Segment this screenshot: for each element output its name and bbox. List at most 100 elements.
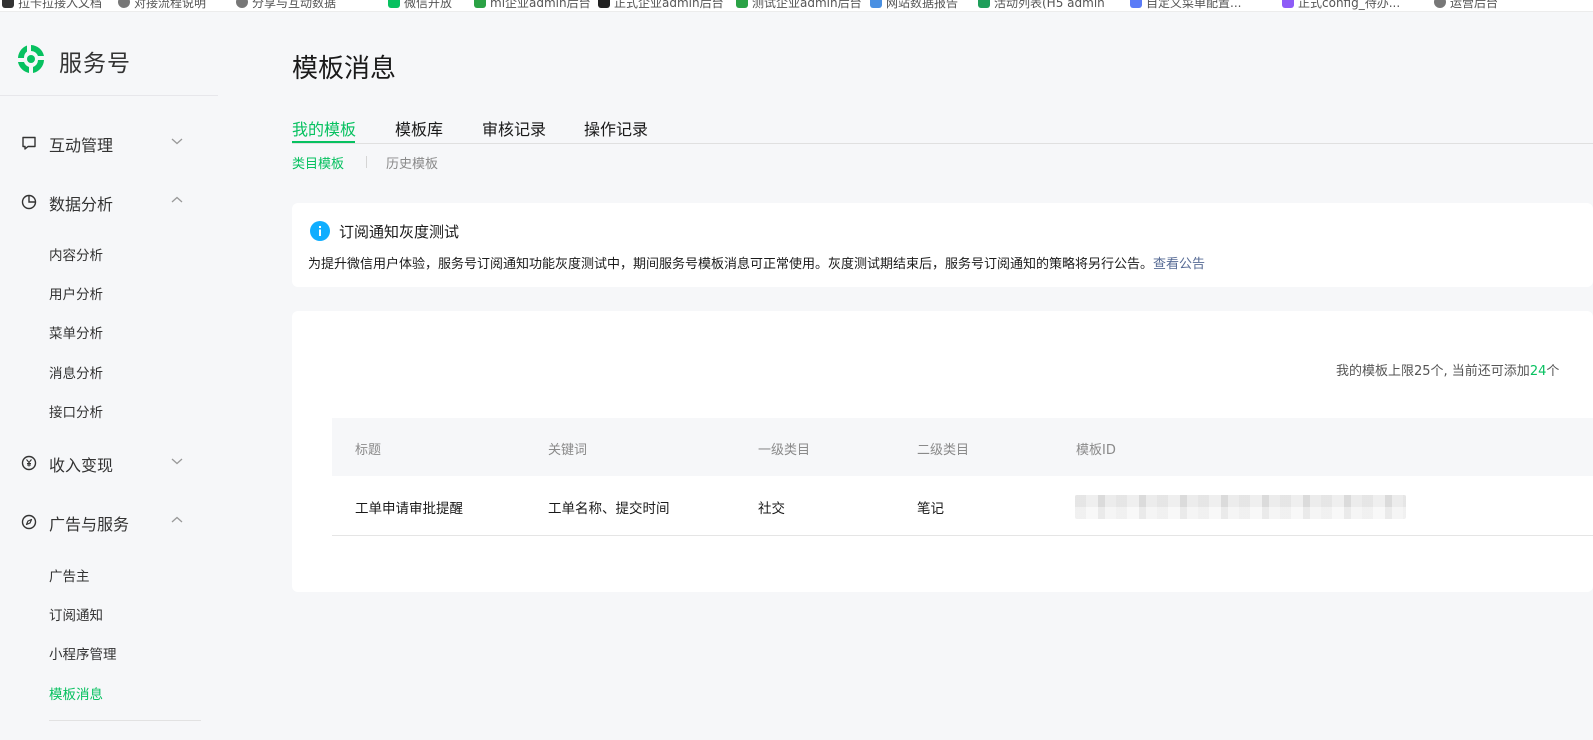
bookmark-label: 网站数据报告 (886, 0, 959, 10)
bookmark-item[interactable]: 活动列表(H5 admin (978, 0, 1105, 10)
active-tab-indicator (292, 141, 355, 143)
globe-icon (236, 0, 248, 8)
column-header-primary-category: 一级类目 (758, 443, 811, 458)
sidebar-item-message-analysis[interactable]: 消息分析 (49, 362, 103, 382)
cell-keywords: 工单名称、提交时间 (548, 501, 670, 517)
yen-circle-icon (21, 455, 37, 471)
bookmark-label: 活动列表(H5 admin (994, 0, 1105, 10)
sidebar-item-menu-analysis[interactable]: 菜单分析 (49, 322, 103, 342)
bookmark-item[interactable]: 测试企业admin后台 (736, 0, 862, 10)
bookmark-item[interactable]: 自定义菜单配置... (1130, 0, 1241, 10)
chevron-down-icon (171, 458, 183, 465)
bookmark-item[interactable]: 分享与互动数据 (236, 0, 336, 10)
sidebar-item-user-analysis[interactable]: 用户分析 (49, 283, 103, 303)
bookmark-item[interactable]: 微信开放 (388, 0, 452, 10)
bookmark-label: mi企业admin后台 (490, 0, 591, 10)
brand-name: 服务号 (59, 51, 131, 77)
bookmark-item[interactable]: 正式企业admin后台 (598, 0, 724, 10)
cell-title: 工单申请审批提醒 (355, 501, 463, 517)
compass-icon (21, 514, 37, 530)
cell-primary-category: 社交 (758, 501, 785, 517)
bookmark-icon (388, 0, 400, 8)
chevron-up-icon (171, 516, 183, 523)
bookmark-icon (598, 0, 610, 8)
sidebar-item-template-message[interactable]: 模板消息 (49, 683, 103, 703)
bookmark-item[interactable]: 正式config_待办... (1282, 0, 1400, 10)
brand-header: 服务号 (0, 12, 218, 96)
table-header: 标题 关键词 一级类目 二级类目 模板ID (332, 418, 1593, 476)
quota-remaining: 24 (1529, 364, 1547, 379)
bookmark-label: 正式config_待办... (1298, 0, 1401, 10)
bookmark-icon (474, 0, 486, 8)
bookmarks-bar: 拉卡拉接入文档 对接流程说明 分享与互动数据 微信开放 mi企业admin后台 … (0, 0, 1593, 12)
chat-bubble-icon (22, 136, 36, 150)
notice-title: 订阅通知灰度测试 (339, 223, 460, 241)
cell-secondary-category: 笔记 (917, 501, 944, 517)
subtab-history-templates[interactable]: 历史模板 (386, 153, 438, 172)
bookmark-icon (736, 0, 748, 8)
chevron-down-icon (171, 138, 183, 145)
table-row[interactable]: 工单申请审批提醒 工单名称、提交时间 社交 笔记 (332, 476, 1593, 536)
sidebar-group-data-analysis[interactable]: 数据分析 (0, 181, 218, 221)
bookmark-item[interactable]: 对接流程说明 (118, 0, 206, 10)
quota-suffix: 个 (1546, 364, 1560, 379)
bookmark-item[interactable]: 网站数据报告 (870, 0, 958, 10)
view-announcement-link[interactable]: 查看公告 (1153, 257, 1205, 272)
subtab-divider (366, 156, 367, 168)
sidebar-group-ads-services[interactable]: 广告与服务 (0, 501, 218, 541)
sidebar: 服务号 互动管理 数据分析 内容分析 用户分析 菜单分析 消息分析 接口分析 收… (0, 12, 218, 740)
sidebar-group-label: 收入变现 (49, 456, 114, 475)
service-account-logo-icon[interactable] (14, 42, 48, 76)
sidebar-item-api-analysis[interactable]: 接口分析 (49, 401, 103, 421)
tab-operation-records[interactable]: 操作记录 (584, 116, 648, 140)
chevron-up-icon (171, 196, 183, 203)
cell-template-id-redacted (1075, 495, 1406, 519)
bookmark-label: 正式企业admin后台 (614, 0, 724, 10)
bookmark-label: 运营后台 (1450, 0, 1499, 10)
info-icon (310, 221, 330, 241)
bookmark-icon (2, 0, 14, 8)
sidebar-group-interaction[interactable]: 互动管理 (0, 122, 218, 162)
column-header-template-id: 模板ID (1076, 443, 1116, 458)
bookmark-label: 分享与互动数据 (252, 0, 337, 10)
column-header-keywords: 关键词 (548, 443, 588, 458)
notice-text: 为提升微信用户体验，服务号订阅通知功能灰度测试中，期间服务号模板消息可正常使用。… (308, 257, 1154, 272)
column-header-secondary-category: 二级类目 (917, 443, 970, 458)
page-title: 模板消息 (292, 54, 397, 84)
quota-prefix: 我的模板上限25个, 当前还可添加 (1336, 364, 1530, 379)
bookmark-icon (870, 0, 882, 8)
template-list-card: 我的模板上限25个, 当前还可添加24个 标题 关键词 一级类目 二级类目 模板… (292, 311, 1593, 592)
bookmark-icon (1282, 0, 1294, 8)
sidebar-item-advertiser[interactable]: 广告主 (49, 565, 90, 585)
bookmark-item[interactable]: mi企业admin后台 (474, 0, 591, 10)
bookmark-icon (1130, 0, 1142, 8)
subtab-category-templates[interactable]: 类目模板 (292, 153, 344, 172)
sidebar-divider (49, 720, 201, 721)
pie-chart-icon (21, 194, 37, 210)
globe-icon (118, 0, 130, 8)
bookmark-icon (978, 0, 990, 8)
sidebar-group-label: 数据分析 (49, 195, 114, 214)
main-tabs: 我的模板 模板库 审核记录 操作记录 (292, 113, 1593, 144)
template-quota: 我的模板上限25个, 当前还可添加24个 (1336, 360, 1559, 379)
tab-my-templates[interactable]: 我的模板 (292, 116, 356, 140)
sidebar-item-subscription-notice[interactable]: 订阅通知 (49, 604, 103, 624)
sidebar-item-miniprogram-management[interactable]: 小程序管理 (49, 643, 117, 663)
bookmark-item[interactable]: 运营后台 (1434, 0, 1498, 10)
gray-test-notice: 订阅通知灰度测试 为提升微信用户体验，服务号订阅通知功能灰度测试中，期间服务号模… (292, 203, 1593, 287)
sidebar-item-content-analysis[interactable]: 内容分析 (49, 244, 103, 264)
bookmark-label: 测试企业admin后台 (752, 0, 862, 10)
bookmark-label: 拉卡拉接入文档 (18, 0, 103, 10)
sidebar-group-label: 互动管理 (49, 136, 114, 155)
bookmark-label: 微信开放 (404, 0, 453, 10)
bookmark-label: 自定义菜单配置... (1146, 0, 1242, 10)
bookmark-label: 对接流程说明 (134, 0, 207, 10)
column-header-title: 标题 (355, 443, 382, 458)
sidebar-group-monetization[interactable]: 收入变现 (0, 442, 218, 482)
tab-template-library[interactable]: 模板库 (395, 116, 443, 140)
sidebar-group-label: 广告与服务 (49, 515, 130, 534)
notice-body: 为提升微信用户体验，服务号订阅通知功能灰度测试中，期间服务号模板消息可正常使用。… (308, 253, 1205, 272)
tab-review-records[interactable]: 审核记录 (482, 116, 546, 140)
bookmark-item[interactable]: 拉卡拉接入文档 (2, 0, 102, 10)
globe-icon (1434, 0, 1446, 8)
